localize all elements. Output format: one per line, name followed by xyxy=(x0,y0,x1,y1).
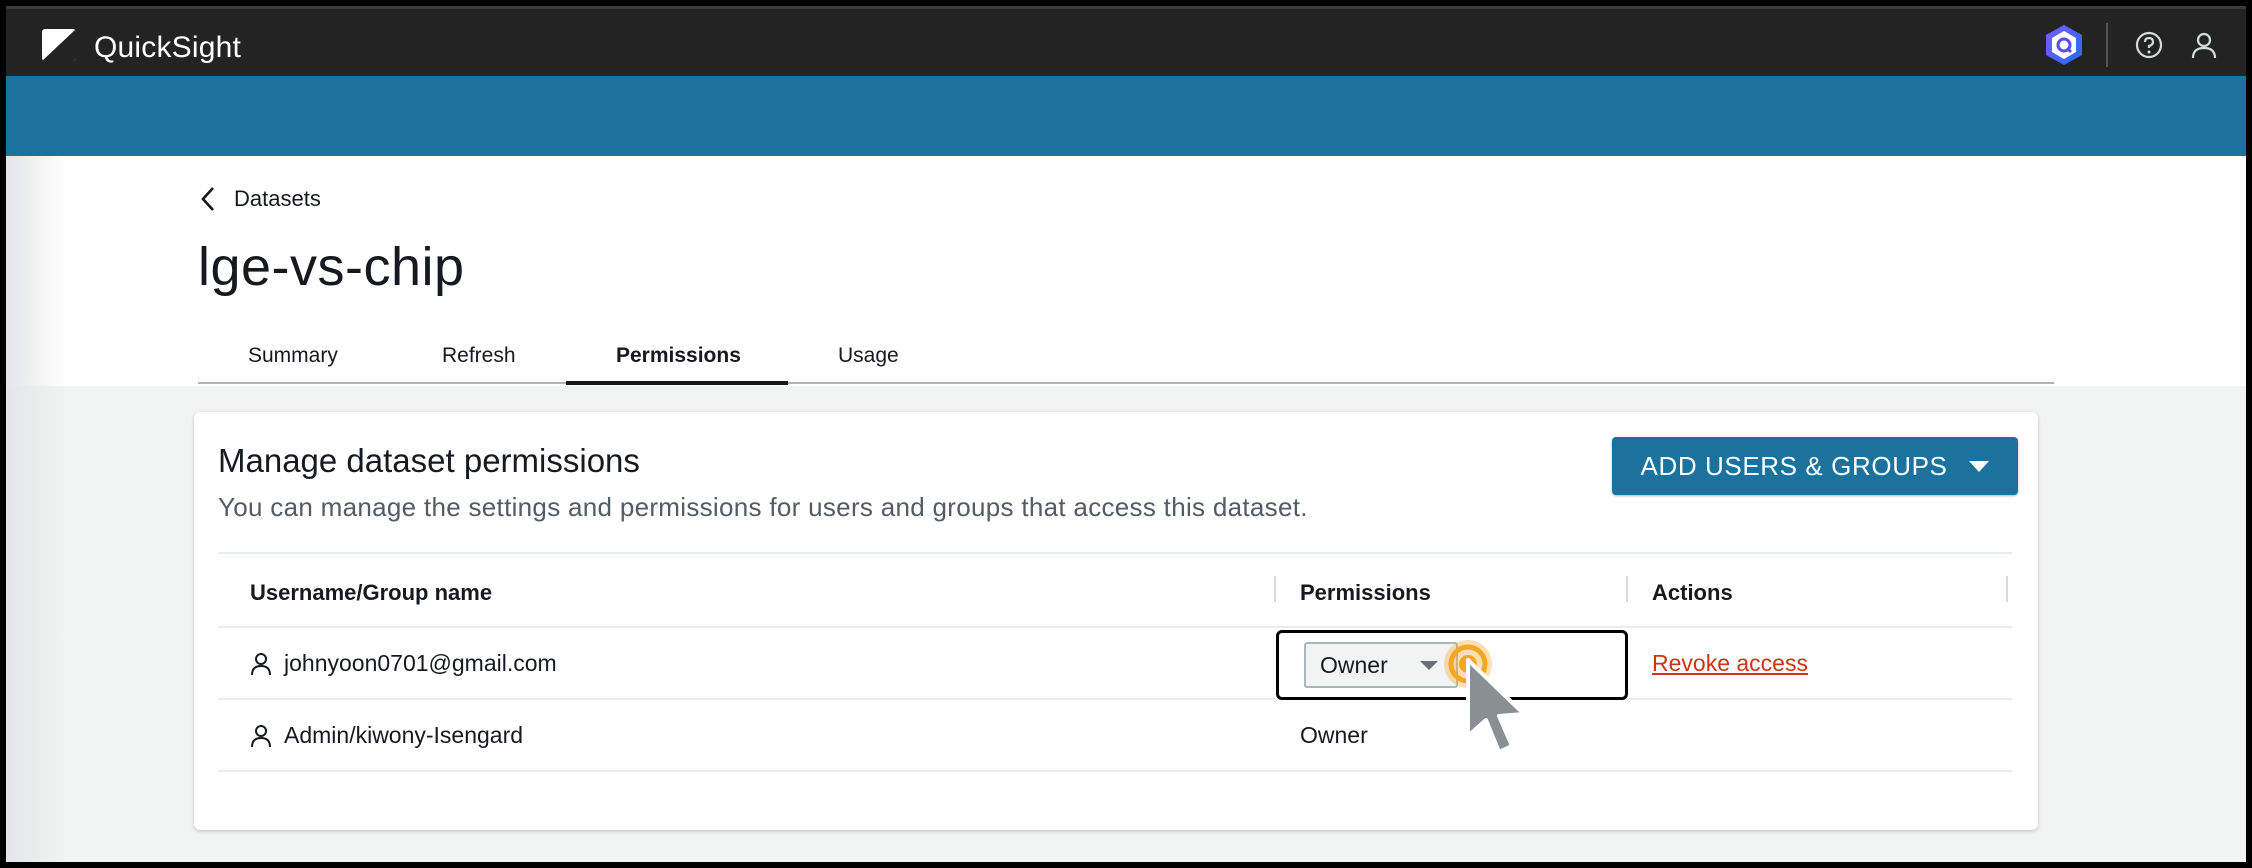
column-header-name[interactable]: Username/Group name xyxy=(250,580,492,606)
table-header: Username/Group name Permissions Actions xyxy=(218,552,2012,628)
add-users-groups-label: ADD USERS & GROUPS xyxy=(1640,450,1948,481)
breadcrumb-datasets-link[interactable]: Datasets xyxy=(234,186,321,212)
top-navigation-bar: QuickSight xyxy=(6,6,2246,76)
page-title: lge-vs-chip xyxy=(198,237,465,297)
hexagon-q-icon[interactable] xyxy=(2044,23,2084,67)
caret-down-icon xyxy=(1969,460,1990,472)
active-tab-indicator xyxy=(566,381,788,385)
user-cell: johnyoon0701@gmail.com xyxy=(250,650,557,677)
tab-usage[interactable]: Usage xyxy=(838,344,899,368)
revoke-access-link[interactable]: Revoke access xyxy=(1652,650,1808,677)
quicksight-logo-icon[interactable] xyxy=(42,29,76,61)
user-icon xyxy=(251,724,271,747)
tab-permissions[interactable]: Permissions xyxy=(616,344,741,368)
column-divider xyxy=(1626,576,1628,602)
app-name[interactable]: QuickSight xyxy=(94,31,241,65)
add-users-groups-button[interactable]: ADD USERS & GROUPS xyxy=(1612,437,2018,495)
user-name: Admin/kiwony-Isengard xyxy=(284,722,524,748)
user-cell: Admin/kiwony-Isengard xyxy=(250,722,523,749)
tab-refresh[interactable]: Refresh xyxy=(442,344,516,368)
permissions-table: Username/Group name Permissions Actions … xyxy=(218,552,2012,772)
user-name: johnyoon0701@gmail.com xyxy=(284,650,557,676)
user-icon[interactable] xyxy=(2190,30,2218,60)
card-subtitle: You can manage the settings and permissi… xyxy=(218,492,1308,522)
permission-dropdown[interactable]: Owner xyxy=(1304,642,1458,688)
chevron-left-icon xyxy=(201,187,214,211)
table-row: Admin/kiwony-Isengard Owner xyxy=(218,700,2012,772)
column-divider xyxy=(2006,576,2008,602)
column-header-permissions[interactable]: Permissions xyxy=(1300,580,1431,606)
user-icon xyxy=(251,652,271,675)
breadcrumb[interactable]: Datasets xyxy=(200,186,321,212)
top-right-controls xyxy=(2044,23,2218,67)
permissions-card: Manage dataset permissions You can manag… xyxy=(194,412,2038,830)
column-divider xyxy=(1274,576,1276,602)
table-row: johnyoon0701@gmail.com Owner Revoke acce… xyxy=(218,628,2012,754)
card-title: Manage dataset permissions xyxy=(218,442,640,479)
app-window: QuickSight Datasets lge-vs-chip Summary … xyxy=(6,6,2246,862)
help-icon[interactable] xyxy=(2134,30,2164,60)
permission-value: Owner xyxy=(1300,722,1368,748)
column-header-actions: Actions xyxy=(1652,580,1733,605)
permission-value: Owner xyxy=(1320,651,1388,678)
toolbar-divider xyxy=(2106,23,2108,67)
tab-summary[interactable]: Summary xyxy=(248,344,338,368)
page-header: Datasets lge-vs-chip Summary Refresh Per… xyxy=(6,156,2246,386)
header-band xyxy=(6,76,2246,156)
tab-bar: Summary Refresh Permissions Usage xyxy=(198,332,2054,385)
caret-down-icon xyxy=(1420,661,1438,670)
